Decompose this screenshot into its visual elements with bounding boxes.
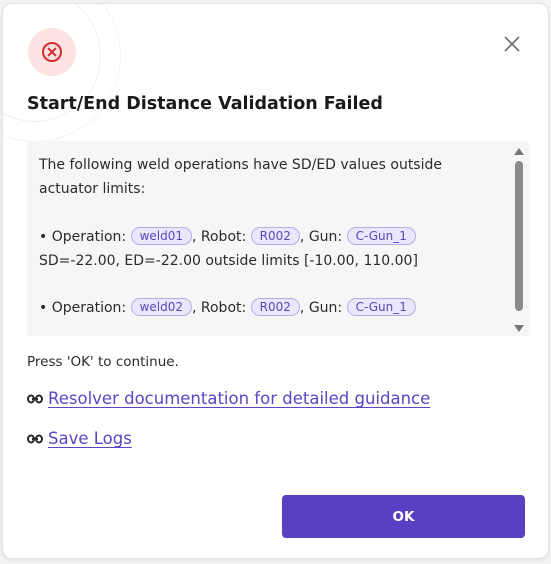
list-item: • Operation: weld01, Robot: R002, Gun: C… <box>39 227 418 269</box>
message-intro: The following weld operations have SD/ED… <box>39 157 442 197</box>
message-box[interactable]: The following weld operations have SD/ED… <box>27 141 530 336</box>
message-scrollbar[interactable] <box>511 141 527 336</box>
error-circle-x-icon <box>28 28 76 76</box>
scroll-thumb[interactable] <box>515 161 523 311</box>
ok-button[interactable]: OK <box>282 495 525 538</box>
operation-chip: weld02 <box>130 298 192 316</box>
gun-chip: C-Gun_1 <box>346 298 416 316</box>
continue-instruction: Press 'OK' to continue. <box>27 354 179 370</box>
scroll-up-arrow-icon[interactable] <box>514 148 524 155</box>
message-content: The following weld operations have SD/ED… <box>39 153 505 320</box>
close-button[interactable] <box>499 31 525 57</box>
list-item: • Operation: weld02, Robot: R002, Gun: C… <box>39 296 505 320</box>
operation-chip: weld01 <box>130 227 192 245</box>
validation-error-dialog: Start/End Distance Validation Failed The… <box>2 3 549 559</box>
save-logs-link[interactable]: Save Logs <box>27 429 132 448</box>
robot-chip: R002 <box>250 298 300 316</box>
close-icon <box>504 36 520 52</box>
resolver-docs-link[interactable]: Resolver documentation for detailed guid… <box>27 389 430 408</box>
gun-chip: C-Gun_1 <box>346 227 416 245</box>
save-logs-link-text[interactable]: Save Logs <box>48 429 132 448</box>
resolver-docs-link-text[interactable]: Resolver documentation for detailed guid… <box>48 389 430 408</box>
scroll-down-arrow-icon[interactable] <box>514 325 524 332</box>
limit-detail: SD=-22.00, ED=-22.00 outside limits [-10… <box>39 253 418 269</box>
link-icon <box>27 434 43 443</box>
dialog-title: Start/End Distance Validation Failed <box>27 94 383 114</box>
link-icon <box>27 394 43 403</box>
robot-chip: R002 <box>250 227 300 245</box>
